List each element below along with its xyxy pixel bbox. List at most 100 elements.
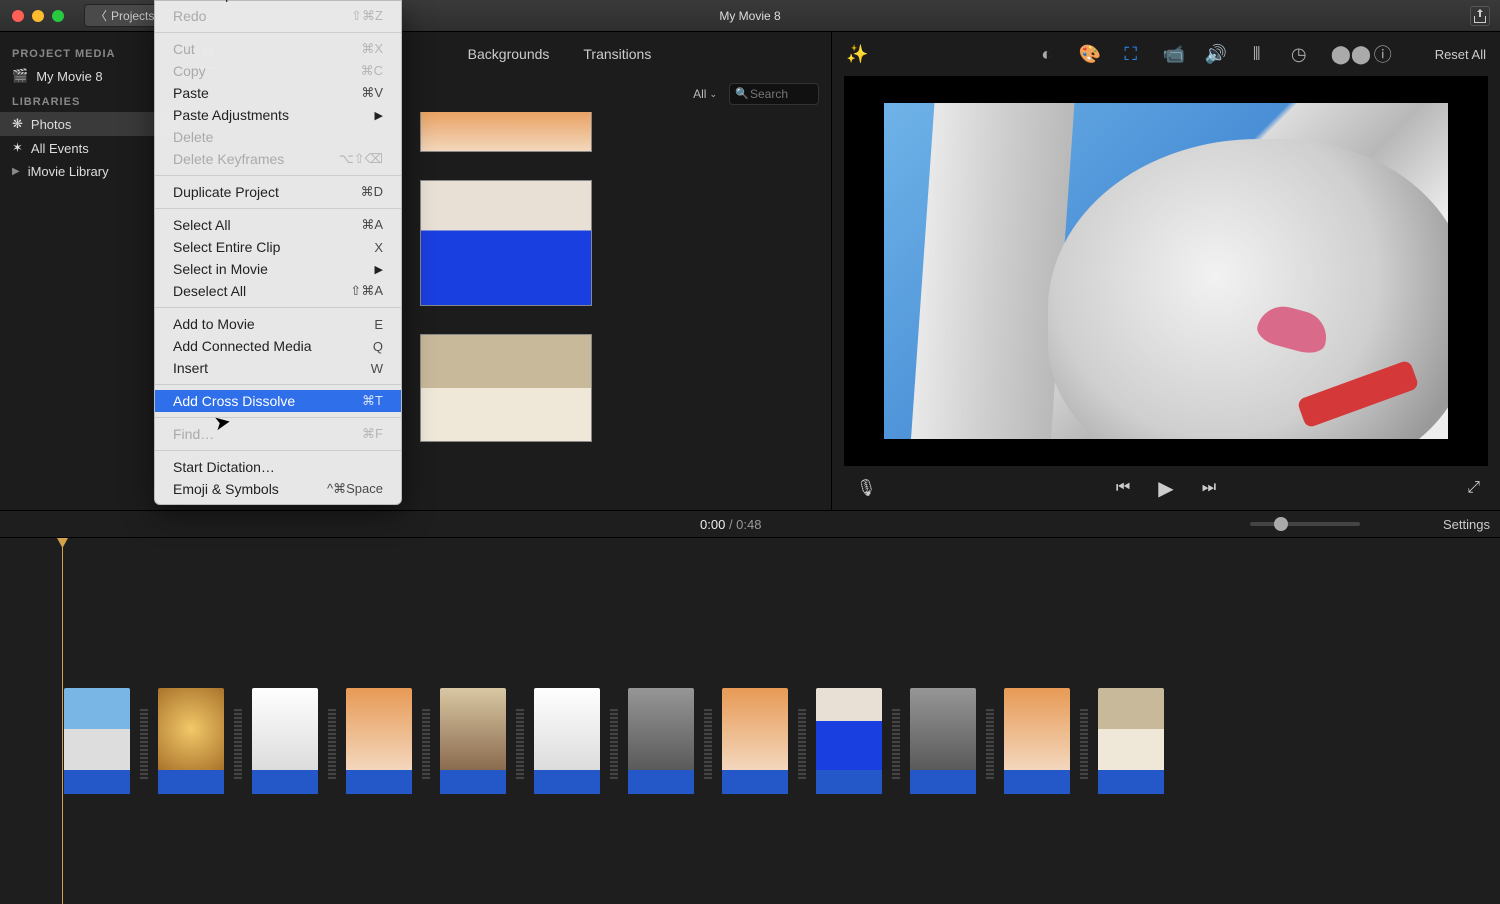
chevron-down-icon: ⌄ — [709, 89, 717, 100]
libraries-header: LIBRARIES — [0, 88, 180, 112]
timeline-clips — [0, 688, 1500, 794]
transition-gap[interactable] — [704, 709, 712, 779]
menu-item[interactable]: Deselect All⇧⌘A — [155, 280, 401, 302]
play-button[interactable]: ▶ — [1158, 476, 1173, 501]
timeline-clip[interactable] — [910, 688, 976, 794]
reset-all-button[interactable]: Reset All — [1435, 47, 1486, 62]
tab-backgrounds[interactable]: Backgrounds — [466, 40, 552, 68]
playhead[interactable] — [62, 538, 63, 904]
menu-item[interactable]: Select in Movie▶ — [155, 258, 401, 280]
filter-all-dropdown[interactable]: All⌄ — [693, 87, 717, 101]
sidebar-item-label: Photos — [31, 117, 71, 132]
timeline-clip[interactable] — [722, 688, 788, 794]
voiceover-icon[interactable]: 🎙 — [856, 478, 876, 498]
zoom-window-button[interactable] — [52, 10, 64, 22]
info-icon[interactable]: ⓘ — [1373, 41, 1393, 67]
timeline-clip[interactable] — [158, 688, 224, 794]
menu-item[interactable]: Start Dictation… — [155, 456, 401, 478]
transition-gap[interactable] — [798, 709, 806, 779]
color-balance-icon[interactable]: ◐ — [1037, 44, 1057, 65]
volume-icon[interactable]: 🔊 — [1205, 44, 1225, 65]
sidebar-project-item[interactable]: 🎬 My Movie 8 — [0, 64, 180, 88]
total-time: 0:48 — [736, 517, 761, 532]
noise-reduction-icon[interactable]: ⫴ — [1247, 44, 1267, 65]
timeline-clip[interactable] — [1004, 688, 1070, 794]
transport-controls: 🎙 ⏮ ▶ ⏭ ⤢ — [832, 466, 1500, 510]
tab-transitions[interactable]: Transitions — [581, 40, 653, 68]
time-display: 0:00 / 0:48 — [700, 517, 761, 532]
stabilization-icon[interactable]: 📹 — [1163, 44, 1183, 65]
search-icon: 🔍 — [735, 87, 749, 100]
transition-gap[interactable] — [328, 709, 336, 779]
viewer-toolbar: ✨ ◐ 🎨 ⛶ 📹 🔊 ⫴ ◷ ⬤⬤ ⓘ Reset All — [832, 32, 1500, 76]
menu-item[interactable]: Paste⌘V — [155, 82, 401, 104]
transition-gap[interactable] — [422, 709, 430, 779]
back-button-label: Projects — [111, 9, 154, 23]
sidebar-item-photos[interactable]: ❋ Photos — [0, 112, 180, 136]
sidebar-item-label: My Movie 8 — [36, 69, 102, 84]
sidebar-item-imovie-library[interactable]: ▶ iMovie Library — [0, 160, 180, 183]
sidebar-item-label: All Events — [31, 141, 89, 156]
menu-item[interactable]: Paste Adjustments▶ — [155, 104, 401, 126]
transition-gap[interactable] — [234, 709, 242, 779]
transition-gap[interactable] — [986, 709, 994, 779]
speed-icon[interactable]: ◷ — [1289, 44, 1309, 65]
menu-item[interactable]: Select All⌘A — [155, 214, 401, 236]
enhance-icon[interactable]: ✨ — [846, 44, 866, 65]
transition-gap[interactable] — [892, 709, 900, 779]
current-time: 0:00 — [700, 517, 725, 532]
timeline-clip[interactable] — [440, 688, 506, 794]
zoom-slider[interactable] — [1250, 522, 1360, 526]
share-icon — [1474, 9, 1486, 23]
timeline-clip[interactable] — [346, 688, 412, 794]
menu-item[interactable]: InsertW — [155, 357, 401, 379]
menu-item[interactable]: Add to MovieE — [155, 313, 401, 335]
transition-gap[interactable] — [516, 709, 524, 779]
share-button[interactable] — [1470, 6, 1490, 26]
preview-frame — [884, 103, 1448, 439]
menu-item[interactable]: Select Entire ClipX — [155, 236, 401, 258]
menu-item: Copy⌘C — [155, 60, 401, 82]
menu-item: Cut⌘X — [155, 38, 401, 60]
menu-item: Find…⌘F — [155, 423, 401, 445]
flower-icon: ❋ — [12, 116, 23, 132]
viewer-panel: ✨ ◐ 🎨 ⛶ 📹 🔊 ⫴ ◷ ⬤⬤ ⓘ Reset All 🎙 ⏮ ▶ — [832, 32, 1500, 510]
minimize-window-button[interactable] — [32, 10, 44, 22]
menu-item: Redo⇧⌘Z — [155, 5, 401, 27]
timeline-clip[interactable] — [1098, 688, 1164, 794]
crop-icon[interactable]: ⛶ — [1121, 44, 1141, 65]
zoom-slider-knob[interactable] — [1274, 517, 1288, 531]
color-correction-icon[interactable]: 🎨 — [1079, 44, 1099, 65]
transition-gap[interactable] — [1080, 709, 1088, 779]
clapper-icon: 🎬 — [12, 68, 28, 84]
preview-viewer[interactable] — [844, 76, 1488, 466]
menu-item[interactable]: Add Connected MediaQ — [155, 335, 401, 357]
transition-gap[interactable] — [140, 709, 148, 779]
timeline[interactable] — [0, 538, 1500, 904]
close-window-button[interactable] — [12, 10, 24, 22]
disclosure-triangle-icon[interactable]: ▶ — [12, 166, 20, 177]
edit-menu[interactable]: Undo Flip Ken Burns⌘ZRedo⇧⌘ZCut⌘XCopy⌘CP… — [154, 0, 402, 505]
media-thumbnail[interactable] — [420, 180, 592, 306]
prev-clip-button[interactable]: ⏮ — [1116, 479, 1130, 497]
transition-gap[interactable] — [610, 709, 618, 779]
project-media-header: PROJECT MEDIA — [0, 40, 180, 64]
timeline-clip[interactable] — [534, 688, 600, 794]
menu-item[interactable]: Duplicate Project⌘D — [155, 181, 401, 203]
media-thumbnail[interactable] — [420, 112, 592, 152]
media-thumbnail[interactable] — [420, 334, 592, 442]
sidebar-item-all-events[interactable]: ✶ All Events — [0, 136, 180, 160]
fullscreen-icon[interactable]: ⤢ — [1467, 479, 1480, 497]
menu-item[interactable]: Emoji & Symbols^⌘Space — [155, 478, 401, 500]
window-controls — [0, 10, 64, 22]
clip-filter-icon[interactable]: ⬤⬤ — [1331, 44, 1351, 65]
timeline-clip[interactable] — [816, 688, 882, 794]
timeline-settings-button[interactable]: Settings — [1443, 517, 1490, 532]
star-icon: ✶ — [12, 140, 23, 156]
next-clip-button[interactable]: ⏭ — [1202, 479, 1216, 497]
sidebar-item-label: iMovie Library — [28, 164, 109, 179]
timeline-clip[interactable] — [628, 688, 694, 794]
menu-item[interactable]: Add Cross Dissolve⌘T — [155, 390, 401, 412]
timeline-clip[interactable] — [64, 688, 130, 794]
timeline-clip[interactable] — [252, 688, 318, 794]
